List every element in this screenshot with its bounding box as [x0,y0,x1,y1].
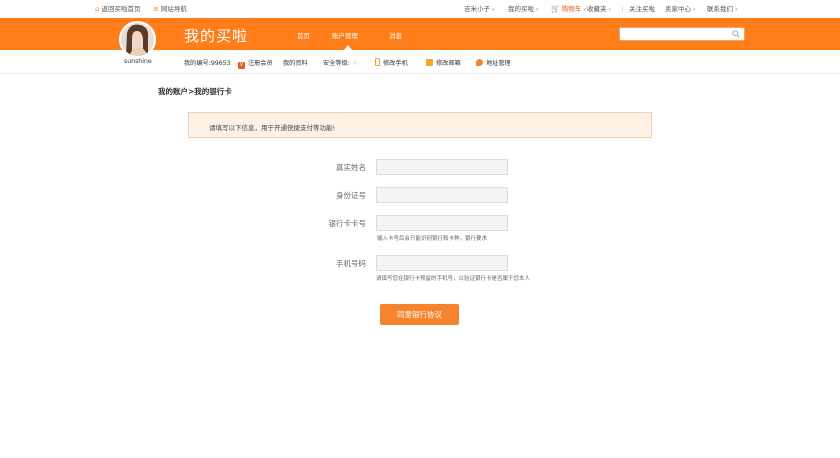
search-input[interactable] [619,27,745,41]
home-icon: ⌂ [95,5,100,13]
top-utility-bar: ⌂ 返回买啦首页 ≡ 网站导航 吉米小子 ▾ 我的买啦 ▾ 🛒 购物车 ▾ 收藏夹 ▾ 关注买… [0,0,840,18]
agree-bank-agreement-button[interactable]: 同意银行协议 [380,304,459,325]
seller-center-menu[interactable]: 卖家中心 ▾ [665,5,696,14]
security-level: 安全等级: ☼ [323,60,358,67]
id-number-input[interactable] [376,187,508,203]
my-buy-menu[interactable]: 我的买啦 ▾ [508,5,539,14]
username: sunshine [124,58,152,65]
id-number-label: 身份证号 [336,191,366,200]
edit-email-link[interactable]: 修改邮箱 [426,58,461,67]
chevron-down-icon: ▾ [536,7,539,13]
favorites-menu[interactable]: 收藏夹 ▾ [587,5,611,14]
user-menu[interactable]: 吉米小子 ▾ [464,5,495,14]
phone-label: 手机号码 [336,259,366,268]
nav-messages[interactable]: 消息 [389,30,402,40]
home-link[interactable]: ⌂ 返回买啦首页 [95,5,140,13]
breadcrumb: 我的账户>我的银行卡 [158,87,232,96]
my-profile-link[interactable]: 我的资料 [283,58,308,67]
chevron-down-icon: ▾ [492,7,495,13]
phone-input[interactable] [376,255,508,271]
edit-phone-link[interactable]: 修改手机 [375,58,408,67]
avatar[interactable] [119,21,156,58]
chevron-down-icon: ▾ [693,7,696,13]
vip-badge-icon: V [238,62,245,69]
chevron-down-icon: ▾ [735,7,738,13]
notice-text: 请填写以下信息，用于开通快捷支付等功能! [209,124,336,132]
site-nav-link[interactable]: ≡ 网站导航 [153,5,187,13]
phone-icon [375,58,380,66]
main-header: 我的买啦 首页 账户管理 消息 [0,18,840,58]
info-icon: ☼ [351,60,358,67]
info-notice: 请填写以下信息，用于开通快捷支付等功能! [188,112,652,138]
card-number-input[interactable] [376,215,508,231]
card-number-label: 银行卡卡号 [328,219,367,228]
chevron-down-icon: ▾ [583,7,586,13]
menu-icon: ≡ [153,5,159,13]
search-icon[interactable] [732,30,740,38]
address-management-link[interactable]: 地址管理 [476,58,511,67]
nav-account-management[interactable]: 账户管理 [332,30,358,40]
nav-home[interactable]: 首页 [297,30,310,40]
avatar-image [121,23,154,56]
cart-link[interactable]: 🛒 购物车 ▾ [551,5,586,14]
follow-link[interactable]: 关注买啦 [629,5,655,13]
chevron-down-icon: ▾ [608,7,612,13]
mail-icon [426,59,433,66]
real-name-input[interactable] [376,159,508,175]
divider [622,6,623,12]
phone-hint: 请填写您在银行卡预留的手机号，以验证银行卡是否属于您本人 [376,276,531,282]
real-name-label: 真实姓名 [336,163,366,172]
site-logo[interactable]: 我的买啦 [184,25,248,46]
card-number-hint: 输入卡号后会只能识别银行和卡种，银行要求 [377,236,488,242]
cart-icon: 🛒 [551,5,560,13]
location-pin-icon [476,59,483,66]
contact-menu[interactable]: 联系我们 ▾ [707,5,738,14]
account-number: 我的编号:99653 [184,60,231,67]
member-level[interactable]: V 注册会员 [238,58,273,69]
